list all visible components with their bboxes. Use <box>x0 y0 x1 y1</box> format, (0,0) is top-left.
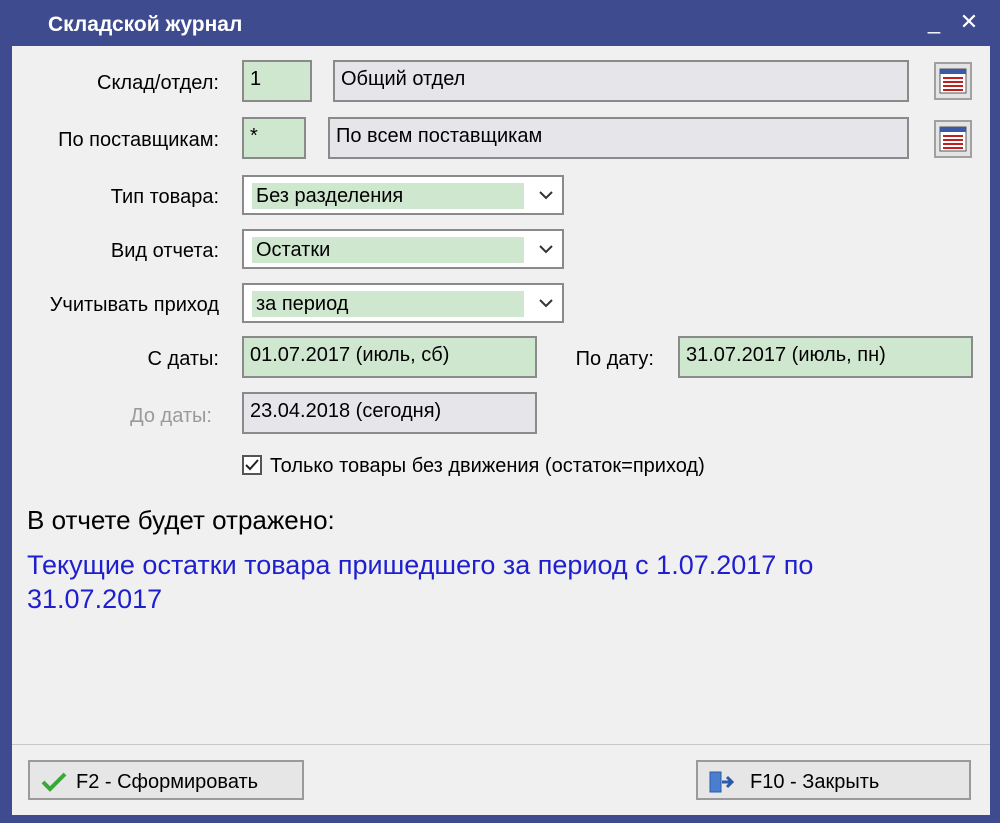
generate-button-label: F2 - Сформировать <box>76 771 259 793</box>
date-from-input[interactable]: 01.07.2017 (июль, сб) <box>242 336 537 378</box>
goods-type-value: Без разделения <box>252 183 524 209</box>
date-to-label: По дату: <box>575 348 654 370</box>
date-from-label: С даты: <box>147 348 219 370</box>
chevron-down-icon <box>539 191 553 200</box>
window: Складской журнал _ ✕ Склад/отдел: 1 Общи… <box>0 0 1000 823</box>
suppliers-name-field: По всем поставщикам <box>328 117 909 159</box>
chevron-down-icon <box>539 299 553 308</box>
only-no-movement-label[interactable]: Только товары без движения (остаток=прих… <box>270 455 705 478</box>
report-type-select[interactable]: Остатки <box>242 229 564 269</box>
checkmark-icon <box>41 772 67 792</box>
close-window-button[interactable]: ✕ <box>956 8 982 36</box>
warehouse-code-input[interactable]: 1 <box>242 60 312 102</box>
form-body: Склад/отдел: 1 Общий отдел По поставщика… <box>12 46 990 744</box>
warehouse-name-field: Общий отдел <box>333 60 909 102</box>
date-to-input[interactable]: 31.07.2017 (июль, пн) <box>678 336 973 378</box>
generate-button[interactable]: F2 - Сформировать <box>28 760 304 800</box>
suppliers-code-input[interactable]: * <box>242 117 306 159</box>
goods-type-select[interactable]: Без разделения <box>242 175 564 215</box>
minimize-button[interactable]: _ <box>921 8 947 36</box>
title-bar[interactable]: Складской журнал _ ✕ <box>0 0 1000 46</box>
income-select[interactable]: за период <box>242 283 564 323</box>
suppliers-picker-button[interactable] <box>934 120 972 158</box>
warehouse-picker-button[interactable] <box>934 62 972 100</box>
date-until-field: 23.04.2018 (сегодня) <box>242 392 537 434</box>
suppliers-label: По поставщикам: <box>58 129 219 151</box>
list-icon <box>939 68 967 94</box>
income-value: за период <box>252 291 524 317</box>
close-button-label: F10 - Закрыть <box>750 771 880 793</box>
report-heading: В отчете будет отражено: <box>27 505 335 535</box>
exit-door-icon <box>709 771 734 793</box>
list-icon <box>939 126 967 152</box>
only-no-movement-checkbox[interactable] <box>242 455 262 475</box>
report-summary: Текущие остатки товара пришедшего за пер… <box>27 550 814 614</box>
report-type-value: Остатки <box>252 237 524 263</box>
close-button[interactable]: F10 - Закрыть <box>696 760 971 800</box>
goods-type-label: Тип товара: <box>110 186 219 208</box>
chevron-down-icon <box>539 245 553 254</box>
checkmark-icon <box>245 459 259 471</box>
income-label: Учитывать приход <box>49 294 219 316</box>
date-until-label: До даты: <box>130 405 212 427</box>
report-type-label: Вид отчета: <box>110 240 219 262</box>
warehouse-label: Склад/отдел: <box>97 72 219 94</box>
window-title: Складской журнал <box>48 13 243 36</box>
